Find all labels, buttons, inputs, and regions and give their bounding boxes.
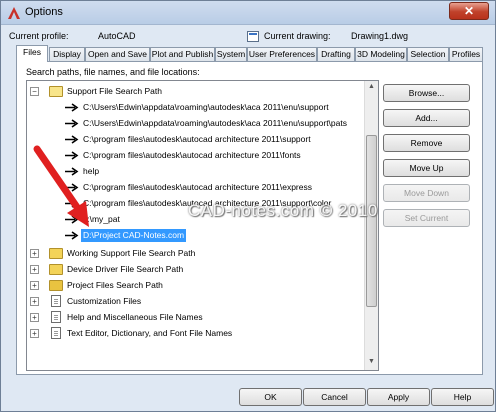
tree-vertical-scrollbar[interactable]: ▲ ▼: [364, 81, 378, 370]
ok-button[interactable]: OK: [239, 388, 302, 406]
autocad-app-icon: [8, 7, 20, 19]
tree-item-path[interactable]: C:\Users\Edwin\appdata\roaming\autodesk\…: [27, 117, 367, 131]
search-paths-label: Search paths, file names, and file locat…: [26, 67, 200, 77]
tree-node-label: Support File Search Path: [67, 86, 162, 96]
tree-item-label: C:\Users\Edwin\appdata\roaming\autodesk\…: [83, 118, 347, 128]
tree-node-device-driver-file-search-path[interactable]: + Device Driver File Search Path: [27, 263, 367, 277]
expand-icon[interactable]: +: [30, 281, 39, 290]
tree-item-label: C:\program files\autodesk\autocad archit…: [83, 134, 311, 144]
tree-node-label: Device Driver File Search Path: [67, 264, 184, 274]
apply-button[interactable]: Apply: [367, 388, 430, 406]
expand-icon[interactable]: +: [30, 265, 39, 274]
help-button[interactable]: Help: [431, 388, 494, 406]
tab-open-and-save[interactable]: Open and Save: [85, 47, 150, 61]
open-folder-icon: [49, 86, 63, 97]
current-profile-label: Current profile:: [9, 31, 69, 41]
tab-display[interactable]: Display: [49, 47, 85, 61]
expand-icon[interactable]: +: [30, 297, 39, 306]
current-drawing-value: Drawing1.dwg: [351, 31, 409, 41]
document-icon: [51, 295, 61, 307]
tab-drafting[interactable]: Drafting: [317, 47, 355, 61]
tab-plot-and-publish[interactable]: Plot and Publish: [150, 47, 215, 61]
tree-node-label: Project Files Search Path: [67, 280, 163, 290]
tab-system[interactable]: System: [215, 47, 247, 61]
folder-icon: [49, 248, 63, 259]
tab-user-preferences[interactable]: User Preferences: [247, 47, 317, 61]
scroll-up-arrow-icon[interactable]: ▲: [367, 83, 376, 93]
expand-icon[interactable]: +: [30, 329, 39, 338]
document-icon: [51, 311, 61, 323]
tree-node-help-and-misc-file-names[interactable]: + Help and Miscellaneous File Names: [27, 311, 367, 325]
tree-node-customization-files[interactable]: + Customization Files: [27, 295, 367, 309]
tree-item-path[interactable]: C:\Users\Edwin\appdata\roaming\autodesk\…: [27, 101, 367, 115]
current-profile-value: AutoCAD: [98, 31, 136, 41]
scroll-down-arrow-icon[interactable]: ▼: [367, 358, 376, 368]
tree-node-label: Customization Files: [67, 296, 142, 306]
folder-icon: [49, 264, 63, 275]
tree-node-label: Help and Miscellaneous File Names: [67, 312, 203, 322]
expand-icon[interactable]: +: [30, 313, 39, 322]
cancel-button[interactable]: Cancel: [303, 388, 366, 406]
tree-item-label: C:\program files\autodesk\autocad archit…: [83, 182, 312, 192]
scrollbar-thumb[interactable]: [366, 135, 377, 307]
path-arrow-icon: [65, 103, 79, 112]
tree-node-project-files-search-path[interactable]: + Project Files Search Path: [27, 279, 367, 293]
tree-node-label: Text Editor, Dictionary, and Font File N…: [67, 328, 233, 338]
tree-node-text-editor-dictionary-font[interactable]: + Text Editor, Dictionary, and Font File…: [27, 327, 367, 341]
tab-selection[interactable]: Selection: [407, 47, 449, 61]
title-bar[interactable]: Options ✕: [1, 1, 495, 25]
move-down-button[interactable]: Move Down: [383, 184, 470, 202]
tree-item-label: C:\Users\Edwin\appdata\roaming\autodesk\…: [83, 102, 329, 112]
collapse-icon[interactable]: −: [30, 87, 39, 96]
tab-profiles[interactable]: Profiles: [449, 47, 483, 61]
window-title: Options: [25, 6, 63, 18]
watermark-text: CAD-notes.com © 2010: [188, 201, 378, 220]
document-icon: [51, 327, 61, 339]
expand-icon[interactable]: +: [30, 249, 39, 258]
tree-item-label: C:\program files\autodesk\autocad archit…: [83, 150, 301, 160]
browse-button[interactable]: Browse...: [383, 84, 470, 102]
remove-button[interactable]: Remove: [383, 134, 470, 152]
move-up-button[interactable]: Move Up: [383, 159, 470, 177]
annotation-red-arrow-icon: [33, 145, 89, 227]
tab-files[interactable]: Files: [16, 45, 48, 62]
project-folder-icon: [49, 280, 63, 291]
tree-node-support-file-search-path[interactable]: − Support File Search Path: [27, 85, 367, 99]
close-button[interactable]: ✕: [449, 2, 489, 20]
path-arrow-icon: [65, 119, 79, 128]
options-dialog: Options ✕ Current profile: AutoCAD Curre…: [0, 0, 496, 412]
tree-node-label: Working Support File Search Path: [67, 248, 196, 258]
tree-node-working-support-file-search-path[interactable]: + Working Support File Search Path: [27, 247, 367, 261]
tab-3d-modeling[interactable]: 3D Modeling: [355, 47, 407, 61]
drawing-icon: [247, 31, 259, 42]
add-button[interactable]: Add...: [383, 109, 470, 127]
current-drawing-label: Current drawing:: [264, 31, 331, 41]
set-current-button[interactable]: Set Current: [383, 209, 470, 227]
